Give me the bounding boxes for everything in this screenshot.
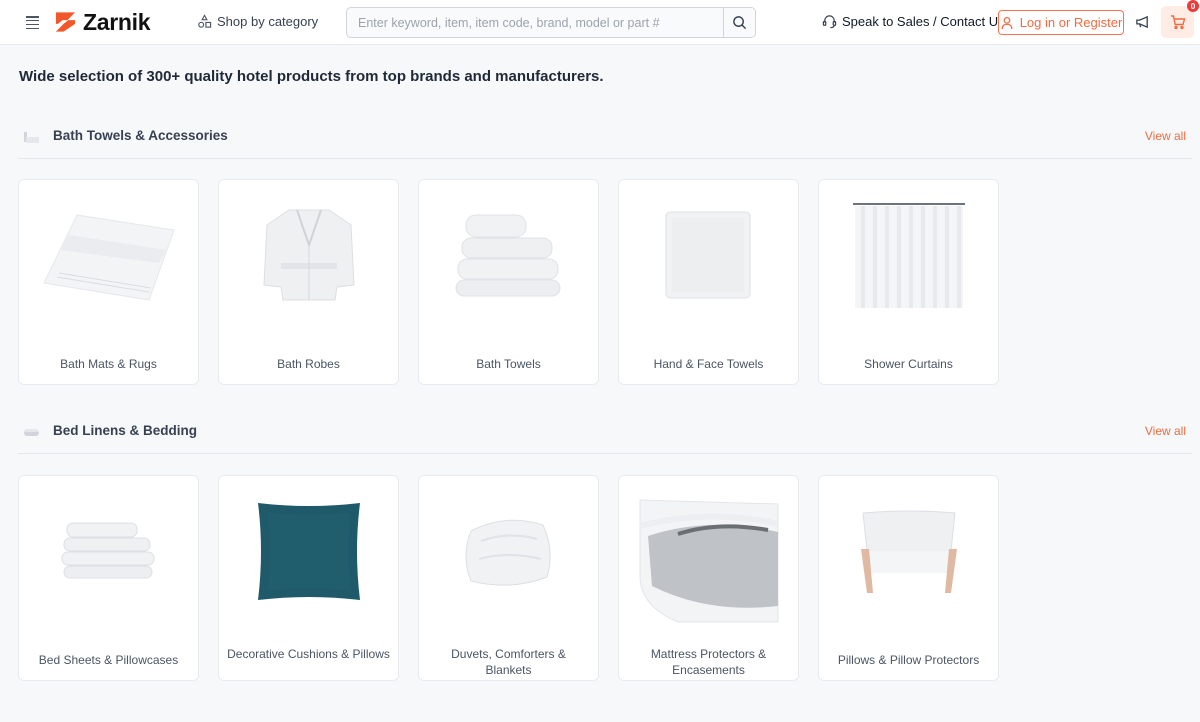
brand-logo[interactable]: Zarnik (54, 9, 151, 35)
section-header-bed: Bed Linens & Bedding View all (18, 418, 1192, 454)
search-button[interactable] (723, 8, 755, 37)
bath-robe-image (219, 180, 398, 330)
category-label: Pillows & Pillow Protectors (837, 653, 980, 667)
section-title: Bed Linens & Bedding (53, 423, 198, 438)
search-icon (733, 16, 747, 30)
bed-linens-category-icon (24, 429, 39, 436)
cart-count-badge: 0 (1187, 0, 1199, 12)
category-card-mattress-protectors[interactable]: Mattress Protectors & Encasements (618, 475, 799, 681)
bed-sheets-image (19, 476, 198, 626)
bath-towels-image (419, 180, 598, 330)
search-input[interactable] (347, 8, 723, 37)
view-all-link[interactable]: View all (1145, 424, 1186, 438)
category-label: Bath Mats & Rugs (60, 357, 157, 371)
category-card-pillows[interactable]: Pillows & Pillow Protectors (818, 475, 999, 681)
top-header: Zarnik Shop by category Speak to Sales /… (0, 0, 1200, 45)
speak-to-sales-link[interactable]: Speak to Sales / Contact Us (822, 14, 1005, 29)
bath-mat-image (19, 180, 198, 330)
category-card-hand-face-towels[interactable]: Hand & Face Towels (618, 179, 799, 385)
section-header-bath: Bath Towels & Accessories View all (18, 123, 1192, 159)
shapes-icon (198, 14, 212, 28)
bath-towels-category-icon (24, 132, 39, 143)
category-card-bed-sheets[interactable]: Bed Sheets & Pillowcases (18, 475, 199, 681)
pillow-image (819, 476, 998, 626)
category-card-bath-towels[interactable]: Bath Towels (418, 179, 599, 385)
mattress-protector-image (619, 476, 798, 626)
intro-text: Wide selection of 300+ quality hotel pro… (19, 68, 604, 85)
section-title: Bath Towels & Accessories (53, 128, 228, 143)
cart-icon (1170, 15, 1185, 30)
duvet-image (419, 476, 598, 626)
category-label: Duvets, Comforters & Blankets (451, 647, 566, 677)
view-all-link[interactable]: View all (1145, 129, 1186, 143)
category-label: Mattress Protectors & Encasements (650, 647, 767, 677)
category-label: Bath Robes (277, 357, 340, 371)
user-icon (1001, 16, 1013, 29)
category-label: Shower Curtains (864, 357, 953, 371)
zarnik-logo-icon (55, 12, 76, 32)
category-card-duvets[interactable]: Duvets, Comforters & Blankets (418, 475, 599, 681)
category-label: Bed Sheets & Pillowcases (38, 653, 179, 667)
category-grid-bath: Bath Mats & Rugs Bath Robes Bath Towels (18, 179, 999, 385)
shop-by-category-button[interactable]: Shop by category (197, 14, 318, 29)
category-card-decorative-cushions[interactable]: Decorative Cushions & Pillows (218, 475, 399, 681)
category-label: Bath Towels (476, 357, 541, 371)
category-card-bath-mats[interactable]: Bath Mats & Rugs (18, 179, 199, 385)
search-bar (346, 7, 756, 38)
cushion-image (219, 476, 398, 626)
category-label: Hand & Face Towels (653, 357, 764, 371)
menu-icon[interactable] (26, 16, 39, 30)
headset-icon (822, 15, 837, 29)
megaphone-icon[interactable] (1135, 15, 1150, 29)
hand-towel-image (619, 180, 798, 330)
login-register-button[interactable]: Log in or Register (998, 10, 1124, 35)
category-card-bath-robes[interactable]: Bath Robes (218, 179, 399, 385)
category-card-shower-curtains[interactable]: Shower Curtains (818, 179, 999, 385)
brand-name: Zarnik (83, 9, 151, 35)
shop-by-category-label: Shop by category (217, 14, 319, 29)
category-label: Decorative Cushions & Pillows (227, 647, 390, 661)
category-grid-bed: Bed Sheets & Pillowcases Decorative Cush… (18, 475, 999, 681)
login-register-label: Log in or Register (1019, 15, 1123, 30)
shower-curtain-image (819, 180, 998, 330)
speak-to-sales-label: Speak to Sales / Contact Us (842, 14, 1005, 29)
